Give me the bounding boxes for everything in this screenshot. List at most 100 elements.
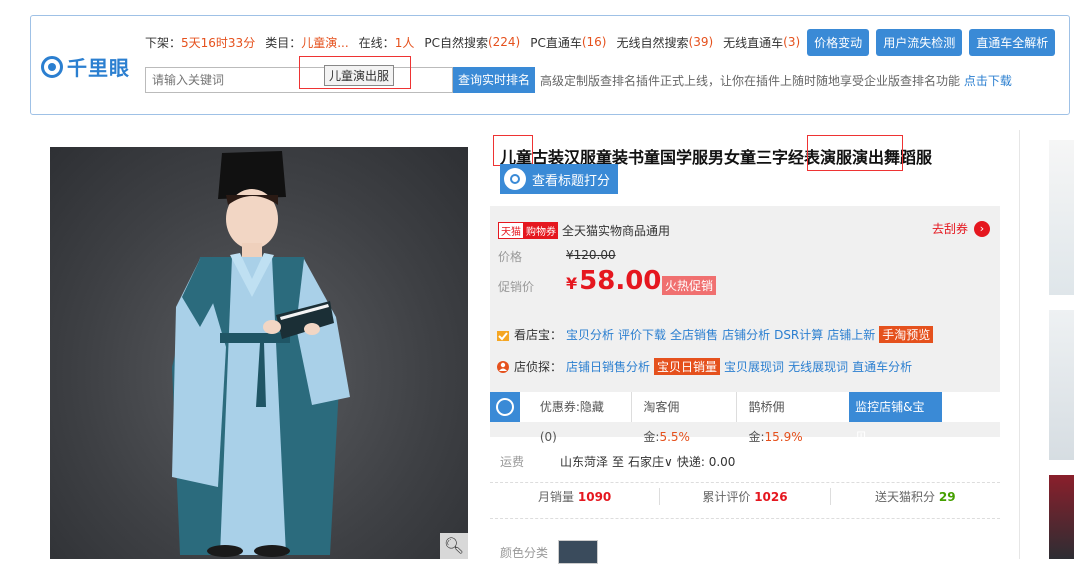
coupon-info: 优惠券:隐藏(0): [520, 392, 633, 444]
logo-text: 千里眼: [67, 56, 130, 80]
chevron-right-icon: ›: [974, 220, 990, 237]
offshelf-label: 下架：: [145, 35, 182, 50]
price-label: 价格: [498, 250, 523, 264]
kandianbao-head: 看店宝：: [514, 328, 563, 342]
dianzhentan-tools: 店侦探： 店铺日销售分析 宝贝日销量 宝贝展现词 无线展现词 直通车分析: [496, 358, 916, 375]
pc-ztc-count[interactable]: (16): [582, 35, 607, 49]
child-costume-photo: [172, 151, 350, 557]
grab-coupon-link[interactable]: 去刮券 ›: [932, 220, 990, 237]
plugin-notice: 高级定制版查排名插件正式上线，让你在插件上随时随地享受企业版查排名功能 点击下载: [540, 72, 1012, 89]
coupon-line: 天猫 购物券 全天猫实物商品通用: [498, 222, 670, 239]
color-label: 颜色分类: [500, 545, 549, 560]
promo-price: ¥ 58.00: [566, 266, 661, 296]
pc-natural-search-count[interactable]: (224): [488, 35, 520, 49]
side-thumbnail[interactable]: [1049, 475, 1074, 559]
user-churn-button[interactable]: 用户流失检测: [876, 28, 963, 56]
plugin-toolbar: 千里眼 下架： 5天16时33分 类目： 儿童演... 在线： 1人 PC自然搜…: [30, 15, 1070, 115]
tool-mobile-preview[interactable]: 手淘预览: [879, 326, 934, 343]
notice-text: 高级定制版查排名插件正式上线，让你在插件上随时随地享受企业版查排名功能: [540, 73, 961, 88]
offshelf-value: 5天16时33分: [181, 35, 256, 50]
wireless-natural-search-label[interactable]: 无线自然搜索: [617, 34, 689, 51]
kandianbao-tools: 看店宝： 宝贝分析 评价下载 全店销售 店铺分析 DSR计算 店铺上新 手淘预览: [496, 326, 937, 343]
tmall-points: 送天猫积分 29: [831, 488, 1000, 505]
side-thumbnail[interactable]: [1049, 140, 1074, 295]
tool-ztc-analysis[interactable]: 直通车分析: [852, 358, 912, 375]
wireless-ztc-label[interactable]: 无线直通车: [723, 34, 783, 51]
plugin-search-row: 查询实时排名 高级定制版查排名插件正式上线，让你在插件上随时随地享受企业版查排名…: [145, 66, 1012, 94]
shipping-to-word: 至: [612, 455, 625, 469]
tmall-badge: 天猫: [498, 222, 524, 239]
qianliyan-logo[interactable]: 千里眼: [41, 52, 130, 81]
shipping-label: 运费: [500, 455, 525, 469]
shipping-from: 山东菏泽: [560, 455, 609, 469]
queqiao-commission: 鹊桥佣金:15.9%: [737, 392, 849, 444]
tool-item-analysis[interactable]: 宝贝分析: [566, 326, 614, 343]
total-reviews[interactable]: 累计评价 1026: [660, 488, 831, 505]
shipping-row: 运费 山东菏泽 至 石家庄∨ 快递: 0.00: [500, 453, 735, 470]
hot-promo-tag: 火热促销: [662, 276, 717, 295]
title-highlight-box-2: [807, 135, 903, 171]
coupon-info-label: 优惠券:: [539, 400, 580, 414]
tool-item-keywords[interactable]: 宝贝展现词: [724, 358, 784, 375]
column-divider: [1019, 130, 1020, 559]
tool-daily-item-sales[interactable]: 宝贝日销量: [654, 358, 721, 375]
shipping-fee: 快递: 0.00: [676, 455, 736, 469]
divider: [490, 482, 1000, 483]
grab-coupon-label: 去刮券: [931, 222, 968, 236]
total-reviews-value: 1026: [754, 490, 788, 504]
tmall-points-value: 29: [938, 490, 956, 504]
commission-monitor-bar: 优惠券:隐藏(0) 淘客佣金:5.5% 鹊桥佣金:15.9% 监控店铺&宝贝: [490, 392, 1000, 444]
ztc-analysis-button[interactable]: 直通车全解析: [969, 28, 1056, 56]
shipping-to: 石家庄: [628, 455, 665, 469]
dianzhentan-head: 店侦探：: [514, 360, 563, 374]
category-label: 类目：: [265, 35, 302, 50]
promo-price-value: 58.00: [579, 266, 662, 296]
total-reviews-label: 累计评价: [702, 490, 751, 504]
taoke-value: 5.5%: [659, 430, 690, 444]
download-link[interactable]: 点击下载: [964, 74, 1012, 88]
keyword-highlight-box: 儿童演出服: [299, 56, 411, 89]
pc-ztc-label[interactable]: PC直通车: [530, 34, 582, 51]
tool-wireless-keywords[interactable]: 无线展现词: [788, 358, 848, 375]
shopping-coupon-badge: 购物券: [524, 222, 558, 239]
category-value[interactable]: 儿童演...: [301, 34, 348, 51]
title-score-label: 查看标题打分: [532, 173, 611, 189]
product-main-image[interactable]: 🔍︎: [50, 147, 468, 559]
tool-daily-store-sales[interactable]: 店铺日销售分析: [566, 358, 650, 375]
tool-dsr-calc[interactable]: DSR计算: [774, 326, 823, 343]
eye-icon: [490, 392, 520, 422]
price-change-button[interactable]: 价格变动: [807, 28, 870, 56]
monthly-sales-label: 月销量: [538, 490, 575, 504]
color-swatch[interactable]: [558, 540, 599, 564]
tool-store-sales[interactable]: 全店销售: [670, 326, 718, 343]
tmall-points-label: 送天猫积分: [875, 490, 936, 504]
wireless-ztc-count[interactable]: (3): [783, 35, 800, 49]
eye-icon: [504, 168, 526, 190]
side-thumbnail[interactable]: [1049, 310, 1074, 460]
monitor-store-button[interactable]: 监控店铺&宝贝: [849, 392, 942, 444]
divider: [490, 518, 1000, 519]
eye-logo-icon: [41, 55, 63, 78]
chevron-down-icon: ∨: [664, 455, 673, 469]
pc-natural-search-label[interactable]: PC自然搜索: [424, 34, 488, 51]
zoom-icon[interactable]: 🔍︎: [440, 533, 468, 559]
wireless-natural-search-count[interactable]: (39): [689, 35, 714, 49]
original-price: ¥120.00: [566, 248, 616, 262]
plugin-stats-row: 下架： 5天16时33分 类目： 儿童演... 在线： 1人 PC自然搜索 (2…: [145, 28, 1056, 56]
dianzhentan-icon: [497, 360, 509, 373]
price-panel: 天猫 购物券 全天猫实物商品通用 去刮券 › 价格 ¥120.00 促销价 ¥ …: [490, 206, 1000, 444]
online-label: 在线：: [358, 35, 395, 50]
coupon-text: 全天猫实物商品通用: [562, 224, 671, 238]
currency-symbol: ¥: [566, 274, 578, 293]
title-score-button[interactable]: 查看标题打分: [500, 164, 619, 194]
tool-review-download[interactable]: 评价下载: [618, 326, 666, 343]
kandianbao-icon: [497, 330, 509, 341]
online-value: 1人: [394, 35, 415, 50]
query-rank-button[interactable]: 查询实时排名: [453, 67, 536, 93]
shipping-destination-select[interactable]: 石家庄∨: [628, 453, 673, 470]
tool-store-new[interactable]: 店铺上新: [827, 326, 875, 343]
taoke-commission: 淘客佣金:5.5%: [632, 392, 738, 444]
tool-store-analysis[interactable]: 店铺分析: [722, 326, 770, 343]
queqiao-value: 15.9%: [764, 430, 803, 444]
sales-stats: 月销量 1090 累计评价 1026 送天猫积分 29: [490, 488, 1000, 505]
